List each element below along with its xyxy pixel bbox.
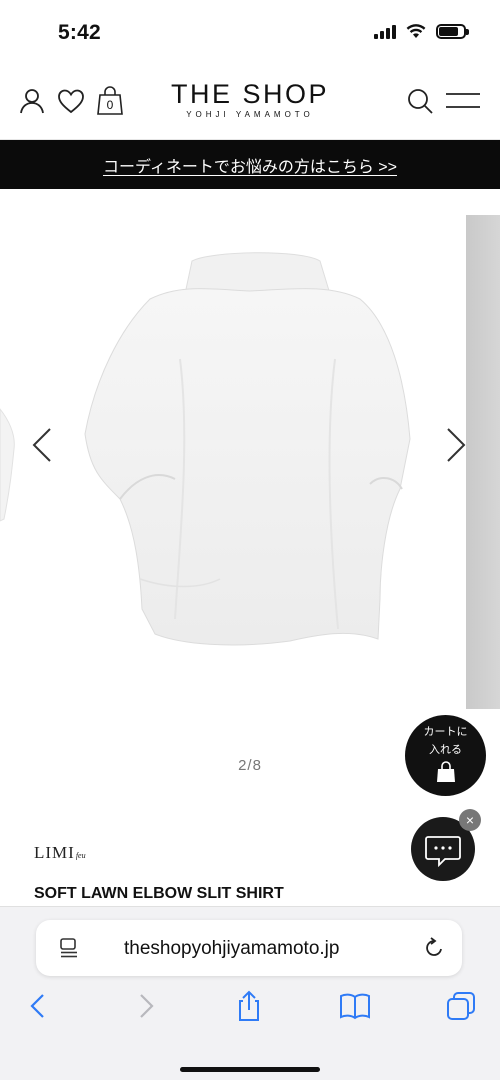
logo-sub-text: YOHJI YAMAMOTO bbox=[186, 110, 314, 119]
bookmarks-icon[interactable] bbox=[338, 989, 372, 1023]
menu-icon[interactable] bbox=[445, 90, 481, 112]
next-slide-peek bbox=[466, 215, 500, 709]
chevron-left-icon[interactable] bbox=[28, 425, 58, 465]
share-icon[interactable] bbox=[232, 989, 266, 1023]
logo-main-text: THE SHOP bbox=[170, 79, 330, 109]
reload-icon[interactable] bbox=[422, 936, 446, 960]
signal-icon bbox=[374, 24, 396, 39]
site-header: 0 THE SHOP YOHJI YAMAMOTO bbox=[0, 64, 500, 140]
shop-logo[interactable]: THE SHOP YOHJI YAMAMOTO bbox=[150, 78, 350, 119]
coordinate-help-link[interactable]: コーディネートでお悩みの方はこちら >> bbox=[103, 153, 397, 177]
add-to-cart-label-1: カートに bbox=[423, 726, 468, 738]
home-indicator bbox=[180, 1067, 320, 1072]
product-gallery[interactable]: 2/8 bbox=[0, 189, 500, 779]
page-settings-icon[interactable] bbox=[58, 937, 80, 959]
status-time: 5:42 bbox=[58, 21, 101, 44]
cart-count: 0 bbox=[106, 98, 114, 112]
tabs-icon[interactable] bbox=[444, 989, 478, 1023]
browser-toolbar: theshopyohjiyamamoto.jp bbox=[0, 906, 500, 1080]
brand-logo[interactable]: LIMIfeu bbox=[34, 843, 86, 863]
browser-nav-tools bbox=[0, 989, 500, 1029]
chat-close-button[interactable]: × bbox=[459, 809, 481, 831]
user-icon[interactable] bbox=[17, 86, 47, 116]
battery-icon bbox=[436, 24, 469, 39]
brand-name: LIMI bbox=[34, 843, 75, 862]
wifi-icon bbox=[406, 24, 426, 38]
heart-icon[interactable] bbox=[56, 86, 86, 116]
coordinate-banner: コーディネートでお悩みの方はこちら >> bbox=[0, 140, 500, 189]
chevron-right-icon[interactable] bbox=[440, 425, 470, 465]
product-title: SOFT LAWN ELBOW SLIT SHIRT bbox=[34, 885, 284, 902]
search-icon[interactable] bbox=[405, 86, 435, 116]
back-icon[interactable] bbox=[22, 989, 56, 1023]
previous-slide-peek bbox=[0, 408, 15, 522]
cart-button[interactable]: 0 bbox=[95, 84, 125, 118]
add-to-cart-label-2: 入れる bbox=[429, 744, 462, 756]
address-bar[interactable]: theshopyohjiyamamoto.jp bbox=[36, 920, 462, 976]
url-text: theshopyohjiyamamoto.jp bbox=[124, 938, 340, 959]
status-icons bbox=[374, 24, 469, 39]
status-bar: 5:42 bbox=[0, 0, 500, 64]
add-to-cart-button[interactable]: カートに 入れる bbox=[405, 715, 486, 796]
product-image-shirt bbox=[84, 252, 411, 646]
brand-suffix: feu bbox=[75, 851, 86, 860]
forward-icon[interactable] bbox=[128, 989, 162, 1023]
shopping-bag-icon bbox=[436, 761, 455, 782]
